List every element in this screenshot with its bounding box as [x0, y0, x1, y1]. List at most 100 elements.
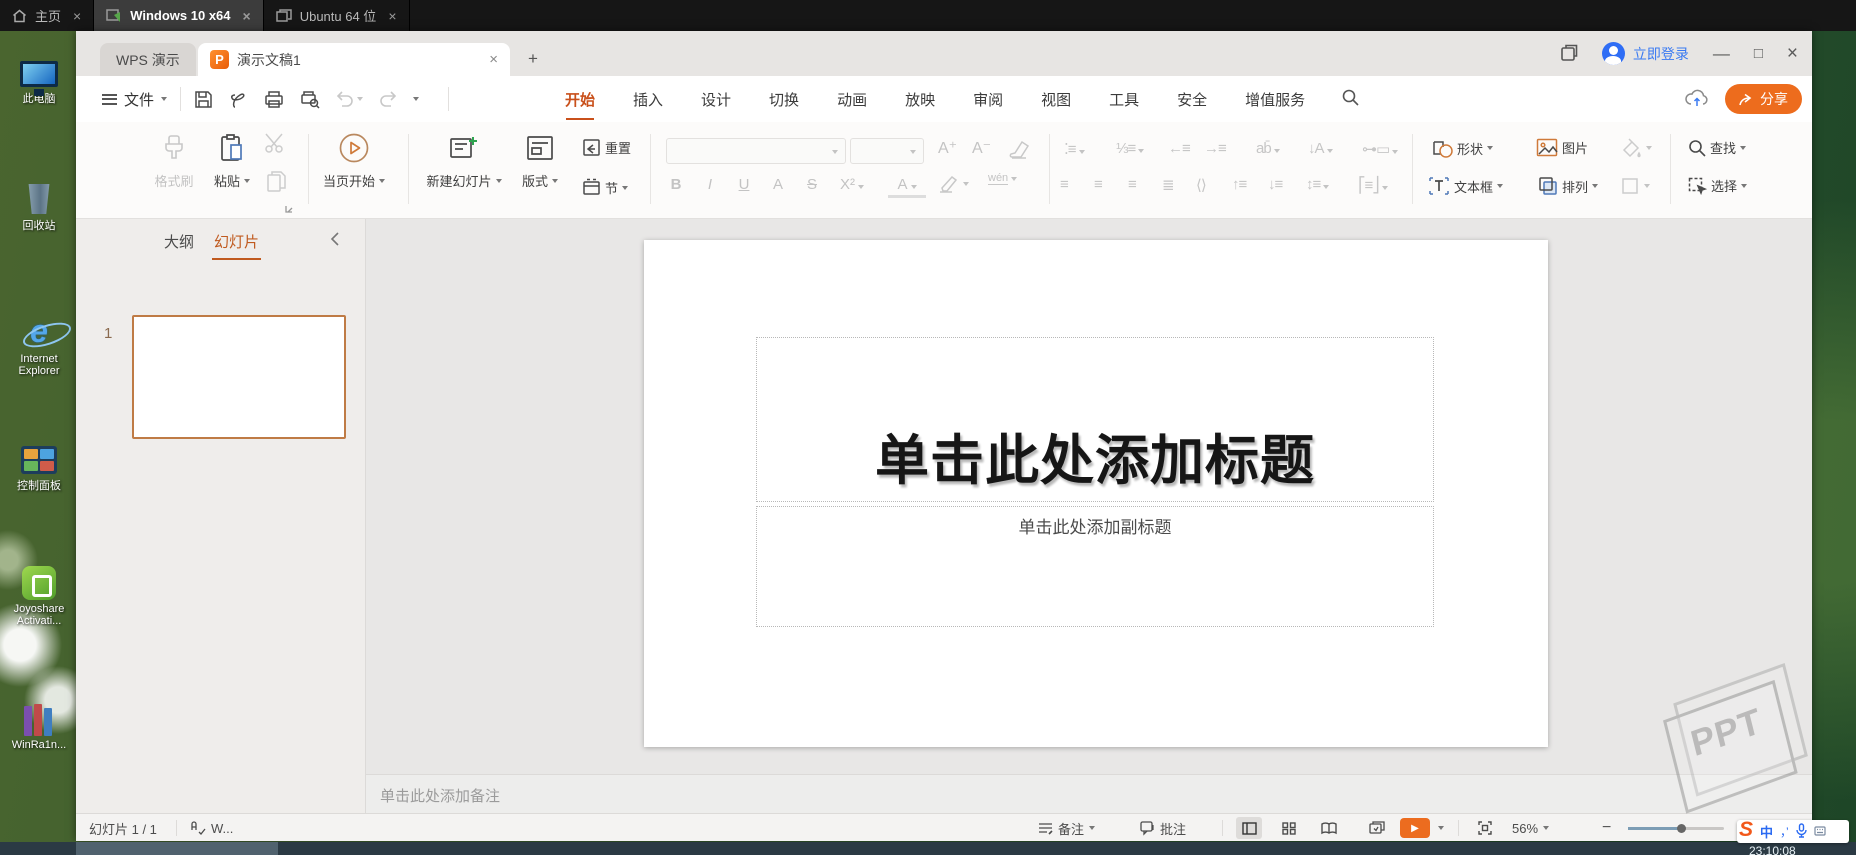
tab-view[interactable]: 视图 [1040, 89, 1072, 110]
cut-button[interactable] [264, 132, 288, 157]
text-direction-button[interactable]: ab̄ [1256, 140, 1280, 157]
redo-button[interactable] [379, 91, 397, 107]
vertical-text-button[interactable]: ↓A [1308, 140, 1333, 157]
desktop-icon-this-pc[interactable]: 此电脑 [2, 45, 76, 106]
shapes-button[interactable]: 形状 [1432, 138, 1494, 158]
slide-sorter-view-button[interactable] [1276, 817, 1302, 839]
format-painter-button[interactable]: 格式刷 [144, 130, 204, 190]
slide-thumbnail[interactable] [132, 315, 346, 439]
frame-button[interactable] [1620, 176, 1650, 196]
notes-pane[interactable]: 单击此处添加备注 [366, 774, 1812, 813]
fit-slide-button[interactable] [1472, 817, 1498, 839]
zoom-slider-thumb[interactable] [1677, 824, 1686, 833]
close-icon[interactable]: × [243, 8, 251, 24]
title-placeholder[interactable]: 单击此处添加标题 [756, 337, 1434, 502]
strikethrough-button[interactable]: S [798, 172, 826, 198]
font-color-button[interactable]: A [888, 172, 926, 198]
comments-toggle[interactable]: 批注 [1140, 814, 1186, 842]
increase-font-button[interactable]: A⁺ [938, 138, 957, 158]
tab-tools[interactable]: 工具 [1108, 89, 1140, 110]
close-document-icon[interactable]: × [489, 51, 498, 68]
ime-keyboard-icon[interactable] [1814, 824, 1826, 839]
ime-punctuation-toggle[interactable]: ，’ [1780, 823, 1789, 840]
notes-toggle[interactable]: 备注 [1038, 814, 1096, 842]
font-size-select[interactable] [850, 138, 924, 164]
zoom-level[interactable]: 56% [1512, 814, 1550, 842]
taskbar-app-button[interactable] [76, 842, 278, 855]
section-button[interactable]: 节 [582, 178, 629, 197]
collapse-panel-icon[interactable] [330, 232, 339, 250]
clear-format-icon[interactable] [1006, 140, 1030, 163]
slide-canvas[interactable]: 单击此处添加标题 单击此处添加副标题 [644, 240, 1548, 747]
align-left-button[interactable]: ≡ [1060, 176, 1069, 193]
more-commands-icon[interactable] [413, 97, 419, 101]
numbering-button[interactable]: ⅓≡ [1116, 140, 1145, 157]
close-window-button[interactable]: × [1787, 43, 1798, 65]
decrease-indent-button[interactable]: ←≡ [1168, 140, 1191, 157]
windows-taskbar[interactable]: 23:10:08 [0, 842, 1856, 855]
textbox-button[interactable]: 文本框 [1428, 176, 1504, 196]
vm-tab-home[interactable]: 主页 × [0, 0, 95, 31]
line-spacing-up-button[interactable]: ↑≡ [1232, 176, 1247, 193]
tab-insert[interactable]: 插入 [632, 89, 664, 110]
presenter-settings-button[interactable] [1364, 817, 1390, 839]
minimize-button[interactable]: — [1713, 44, 1730, 64]
distribute-text-button[interactable]: ⟨⟩ [1196, 176, 1207, 194]
increase-indent-button[interactable]: →≡ [1204, 140, 1227, 157]
tab-premium[interactable]: 增值服务 [1244, 89, 1306, 110]
login-area[interactable]: 立即登录 [1601, 42, 1689, 65]
fill-color-button[interactable] [1620, 138, 1652, 158]
paste-button[interactable]: 粘贴 [202, 130, 262, 190]
new-slide-button[interactable]: 新建幻灯片 [420, 130, 508, 190]
wps-home-tab[interactable]: WPS 演示 [100, 43, 196, 76]
tab-review[interactable]: 审阅 [972, 89, 1004, 110]
convert-smartart-button[interactable]: ⊶▭ [1362, 140, 1399, 158]
align-right-button[interactable]: ≡ [1128, 176, 1137, 193]
desktop-icon-internet-explorer[interactable]: e Internet Explorer [2, 308, 76, 377]
slideshow-play-button[interactable]: ▶ [1400, 818, 1430, 838]
justify-button[interactable]: ≣ [1162, 176, 1175, 194]
new-tab-button[interactable]: + [522, 48, 544, 70]
close-icon[interactable]: × [73, 8, 81, 24]
export-pdf-button[interactable] [229, 90, 248, 109]
tab-slideshow[interactable]: 放映 [904, 89, 936, 110]
desktop-icon-control-panel[interactable]: 控制面板 [2, 432, 76, 493]
slides-tab[interactable]: 幻灯片 [211, 231, 262, 260]
tab-home[interactable]: 开始 [564, 89, 596, 120]
print-preview-button[interactable] [300, 90, 320, 109]
phonetic-guide-button[interactable]: wén [988, 172, 1018, 185]
line-spacing-button[interactable]: ↕≡ [1306, 176, 1330, 193]
play-options-icon[interactable] [1438, 826, 1444, 830]
tab-transition[interactable]: 切换 [768, 89, 800, 110]
vm-tab-windows[interactable]: Windows 10 x64 × [94, 0, 264, 31]
zoom-slider[interactable] [1628, 824, 1724, 833]
tab-design[interactable]: 设计 [700, 89, 732, 110]
print-button[interactable] [264, 90, 284, 109]
bold-button[interactable]: B [662, 172, 690, 198]
picture-button[interactable]: 图片 [1536, 138, 1588, 157]
underline-button[interactable]: U [730, 172, 758, 198]
decrease-font-button[interactable]: A⁻ [972, 138, 991, 158]
vm-tab-ubuntu[interactable]: Ubuntu 64 位 × [264, 0, 410, 31]
arrange-button[interactable]: 排列 [1538, 176, 1599, 196]
line-spacing-down-button[interactable]: ↓≡ [1268, 176, 1283, 193]
italic-button[interactable]: I [696, 172, 724, 198]
ime-language-toggle[interactable]: 中 [1760, 822, 1773, 841]
layout-button[interactable]: 版式 [508, 130, 572, 190]
copy-button[interactable] [266, 170, 288, 197]
reading-view-button[interactable] [1316, 817, 1342, 839]
play-from-current-button[interactable]: 当页开始 [316, 130, 392, 190]
undo-button[interactable] [336, 91, 363, 107]
document-tab[interactable]: P 演示文稿1 × [198, 43, 510, 76]
select-button[interactable]: 选择 [1688, 176, 1748, 195]
outline-tab[interactable]: 大纲 [164, 231, 194, 252]
zoom-out-button[interactable]: − [1602, 814, 1611, 842]
window-stack-icon[interactable] [1561, 44, 1578, 64]
bullets-button[interactable]: ⁚≡ [1064, 140, 1085, 158]
microphone-icon[interactable] [1796, 822, 1807, 841]
highlight-button[interactable] [938, 174, 969, 194]
normal-view-button[interactable] [1236, 817, 1262, 839]
tab-animation[interactable]: 动画 [836, 89, 868, 110]
tab-security[interactable]: 安全 [1176, 89, 1208, 110]
align-center-button[interactable]: ≡ [1094, 176, 1103, 193]
